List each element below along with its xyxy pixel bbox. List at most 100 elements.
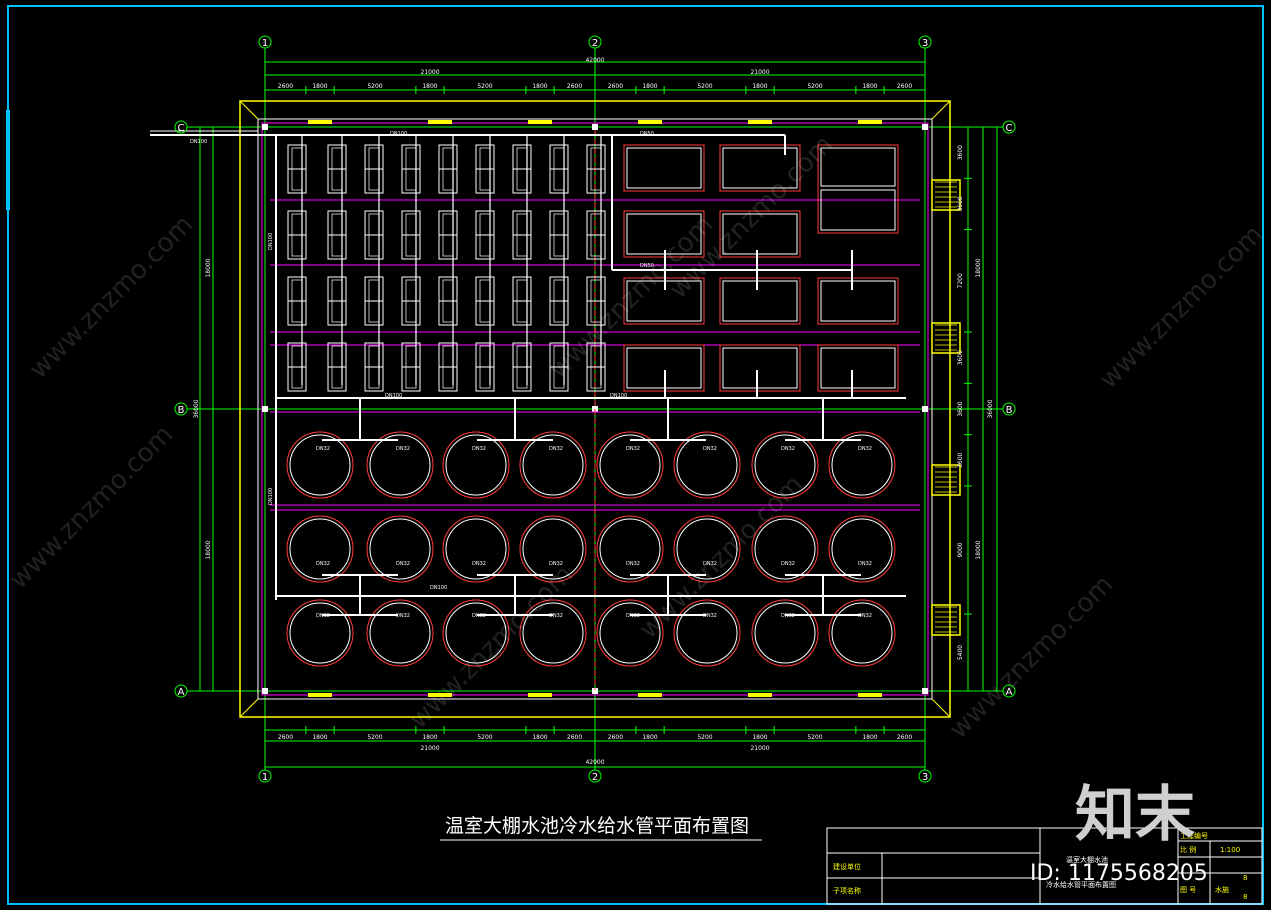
dim-segment-right: 7200	[957, 273, 964, 288]
pool-pipe-label: DN32	[858, 613, 872, 619]
dim-segment-bottom: 1800	[312, 734, 327, 741]
dim-segment-top: 5200	[697, 83, 712, 90]
tb-scale-value: 1:100	[1220, 846, 1240, 854]
dim-segment-top: 1800	[532, 83, 547, 90]
window-mark	[428, 120, 452, 124]
label-riser-lower: DN100	[268, 488, 274, 505]
tb-sheet-total: 8	[1243, 893, 1247, 901]
cad-drawing: 1 2 3 1 2 3 C B A C B A 42000 21000 2100…	[0, 0, 1271, 910]
dim-segment-top: 1800	[642, 83, 657, 90]
column-post	[922, 124, 928, 130]
dim-segment-right: 9000	[957, 542, 964, 557]
pool-pipe-label: DN32	[549, 613, 563, 619]
window-mark	[858, 120, 882, 124]
pool-pipe-label: DN32	[858, 561, 872, 567]
pool-pipe-label: DN32	[396, 561, 410, 567]
pool-pipe-label: DN32	[781, 446, 795, 452]
pool-pipe-label: DN32	[316, 561, 330, 567]
dim-total-top: 42000	[585, 57, 604, 64]
pool-pipe-label: DN32	[549, 446, 563, 452]
axis-row-b-left: B	[178, 405, 185, 416]
axis-col-1-bottom: 1	[262, 772, 268, 783]
dim-segment-top: 5200	[807, 83, 822, 90]
dim-total-bottom: 42000	[585, 759, 604, 766]
dim-half-bottom-right: 21000	[750, 745, 769, 752]
dim-segment-top: 5200	[367, 83, 382, 90]
dim-segment-bottom: 2600	[567, 734, 582, 741]
dim-segment-right: 3600	[957, 145, 964, 160]
dim-segment-bottom: 1800	[752, 734, 767, 741]
dim-segment-right: 3600	[957, 452, 964, 467]
pool-pipe-label: DN32	[316, 613, 330, 619]
window-mark	[638, 693, 662, 697]
window-mark	[528, 693, 552, 697]
dim-segment-top: 2600	[608, 83, 623, 90]
window-mark	[858, 693, 882, 697]
window-mark	[748, 693, 772, 697]
dim-segment-top: 2600	[897, 83, 912, 90]
pool-pipe-label: DN32	[781, 561, 795, 567]
column-post	[262, 406, 268, 412]
column-post	[922, 406, 928, 412]
axis-col-2-top: 2	[592, 38, 598, 49]
axis-row-c-left: C	[178, 123, 185, 134]
dim-segment-top: 5200	[477, 83, 492, 90]
label-main-low: DN100	[430, 585, 447, 591]
brand-logo: 知末	[1075, 780, 1195, 850]
dim-segment-top: 1800	[312, 83, 327, 90]
pool-pipe-label: DN32	[472, 561, 486, 567]
dim-segment-bottom: 2600	[278, 734, 293, 741]
axis-row-a-left: A	[178, 687, 185, 698]
label-branch-top: DN50	[640, 131, 654, 137]
dim-segment-top: 1800	[422, 83, 437, 90]
window-mark	[528, 120, 552, 124]
dim-segment-top: 1800	[862, 83, 877, 90]
dim-half-top-right: 21000	[750, 69, 769, 76]
label-main-mid-2: DN100	[610, 393, 627, 399]
pool-pipe-label: DN32	[626, 561, 640, 567]
brand-id: ID: 1175568205	[1030, 861, 1208, 886]
label-inlet: DN100	[190, 139, 207, 145]
column-post	[262, 688, 268, 694]
column-post	[592, 124, 598, 130]
pool-pipe-label: DN32	[396, 446, 410, 452]
pool-pipe-label: DN32	[626, 446, 640, 452]
dim-segment-bottom: 5200	[477, 734, 492, 741]
drawing-title: 温室大棚水池冷水给水管平面布置图	[445, 815, 749, 837]
tb-sheet-no: 8	[1243, 874, 1247, 882]
pool-pipe-label: DN32	[703, 613, 717, 619]
pool-pipe-label: DN32	[316, 446, 330, 452]
window-mark	[748, 120, 772, 124]
tb-unit-label: 建设单位	[833, 862, 861, 871]
axis-col-3-bottom: 3	[922, 772, 928, 783]
dim-half-bottom-left: 21000	[420, 745, 439, 752]
dim-right-total: 36000	[987, 399, 994, 418]
dim-segment-bottom: 5200	[367, 734, 382, 741]
label-main-top: DN100	[390, 131, 407, 137]
axis-col-3-top: 3	[922, 38, 928, 49]
dim-left-total: 36000	[193, 399, 200, 418]
dim-right-lower: 18000	[975, 540, 982, 559]
dim-segment-bottom: 1800	[532, 734, 547, 741]
axis-col-2-bottom: 2	[592, 772, 598, 783]
pool-pipe-label: DN32	[396, 613, 410, 619]
pool-pipe-label: DN32	[626, 613, 640, 619]
window-mark	[638, 120, 662, 124]
pool-pipe-label: DN32	[472, 446, 486, 452]
column-post	[922, 688, 928, 694]
dim-right-upper: 18000	[975, 258, 982, 277]
tb-drawing-no-label: 图 号	[1180, 886, 1196, 894]
axis-col-1-top: 1	[262, 38, 268, 49]
dim-segment-bottom: 5200	[697, 734, 712, 741]
tb-item-label: 子项名称	[833, 886, 861, 895]
dim-segment-top: 2600	[278, 83, 293, 90]
dim-segment-right: 3600	[957, 196, 964, 211]
dim-segment-top: 2600	[567, 83, 582, 90]
dim-segment-bottom: 2600	[897, 734, 912, 741]
dim-left-upper: 18000	[205, 258, 212, 277]
pool-pipe-label: DN32	[472, 613, 486, 619]
axis-row-c-right: C	[1006, 123, 1013, 134]
axis-row-b-right: B	[1006, 405, 1013, 416]
window-mark	[308, 120, 332, 124]
dim-segment-bottom: 5200	[807, 734, 822, 741]
